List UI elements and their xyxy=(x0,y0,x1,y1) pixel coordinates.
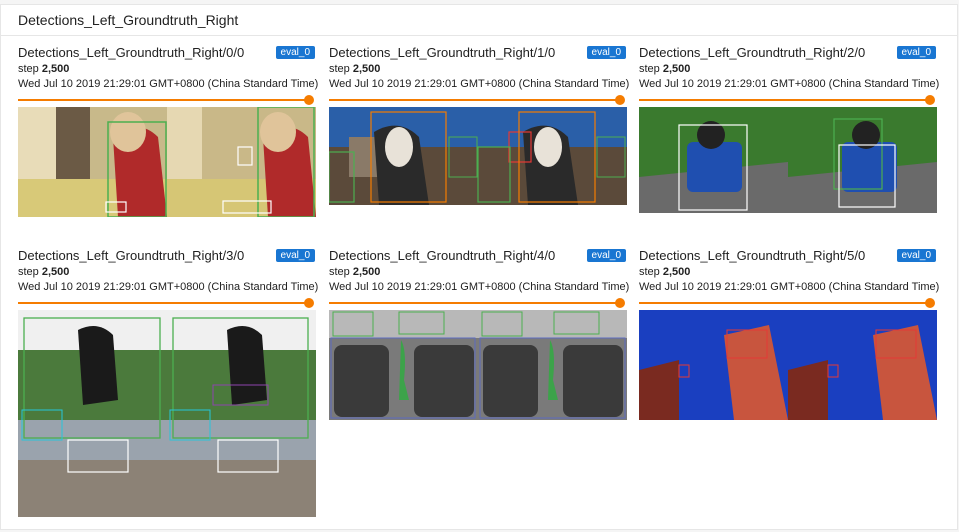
step-label: step 2,500 xyxy=(329,266,381,278)
step-label: step 2,500 xyxy=(639,63,691,75)
step-slider[interactable] xyxy=(329,94,625,106)
run-badge: eval_0 xyxy=(275,249,315,262)
timestamp: Wed Jul 10 2019 21:29:01 GMT+0800 (China… xyxy=(18,78,319,90)
image-card-2: Detections_Left_Groundtruth_Right/2/0 ev… xyxy=(639,45,939,275)
detection-image[interactable] xyxy=(18,310,316,517)
slider-thumb[interactable] xyxy=(925,298,935,308)
step-slider[interactable] xyxy=(639,94,935,106)
card-title: Detections_Left_Groundtruth_Right/3/0 xyxy=(18,248,245,263)
timestamp: Wed Jul 10 2019 21:29:01 GMT+0800 (China… xyxy=(329,281,630,293)
detection-image[interactable] xyxy=(329,107,627,205)
detection-image[interactable] xyxy=(639,107,937,213)
run-badge: eval_0 xyxy=(586,46,626,59)
detection-image[interactable] xyxy=(18,107,316,217)
step-value: 2,500 xyxy=(662,266,691,278)
step-value: 2,500 xyxy=(662,63,691,75)
step-value: 2,500 xyxy=(352,63,381,75)
card-title: Detections_Left_Groundtruth_Right/2/0 xyxy=(639,45,866,60)
image-card-3: Detections_Left_Groundtruth_Right/3/0 ev… xyxy=(18,248,319,517)
step-value: 2,500 xyxy=(41,266,70,278)
step-label: step 2,500 xyxy=(18,266,70,278)
timestamp: Wed Jul 10 2019 21:29:01 GMT+0800 (China… xyxy=(329,78,630,90)
timestamp: Wed Jul 10 2019 21:29:01 GMT+0800 (China… xyxy=(18,281,319,293)
run-badge: eval_0 xyxy=(896,249,936,262)
run-badge: eval_0 xyxy=(586,249,626,262)
card-title: Detections_Left_Groundtruth_Right/5/0 xyxy=(639,248,866,263)
card-title: Detections_Left_Groundtruth_Right/4/0 xyxy=(329,248,556,263)
card-title: Detections_Left_Groundtruth_Right/1/0 xyxy=(329,45,556,60)
slider-thumb[interactable] xyxy=(925,95,935,105)
image-card-1: Detections_Left_Groundtruth_Right/1/0 ev… xyxy=(329,45,629,275)
step-slider[interactable] xyxy=(18,297,314,309)
card-title: Detections_Left_Groundtruth_Right/0/0 xyxy=(18,45,245,60)
step-value: 2,500 xyxy=(352,266,381,278)
detection-image[interactable] xyxy=(639,310,937,420)
slider-thumb[interactable] xyxy=(615,95,625,105)
timestamp: Wed Jul 10 2019 21:29:01 GMT+0800 (China… xyxy=(639,281,940,293)
image-panel: Detections_Left_Groundtruth_Right Detect… xyxy=(0,4,958,530)
slider-thumb[interactable] xyxy=(615,298,625,308)
detection-image[interactable] xyxy=(329,310,627,420)
slider-thumb[interactable] xyxy=(304,95,314,105)
image-card-5: Detections_Left_Groundtruth_Right/5/0 ev… xyxy=(639,248,939,478)
image-card-0: Detections_Left_Groundtruth_Right/0/0 ev… xyxy=(18,45,318,275)
step-slider[interactable] xyxy=(329,297,625,309)
slider-thumb[interactable] xyxy=(304,298,314,308)
run-badge: eval_0 xyxy=(275,46,315,59)
step-label: step 2,500 xyxy=(639,266,691,278)
panel-title: Detections_Left_Groundtruth_Right xyxy=(1,5,957,36)
image-card-4: Detections_Left_Groundtruth_Right/4/0 ev… xyxy=(329,248,629,478)
step-label: step 2,500 xyxy=(329,63,381,75)
timestamp: Wed Jul 10 2019 21:29:01 GMT+0800 (China… xyxy=(639,78,940,90)
step-slider[interactable] xyxy=(18,94,314,106)
step-value: 2,500 xyxy=(41,63,70,75)
step-label: step 2,500 xyxy=(18,63,70,75)
run-badge: eval_0 xyxy=(896,46,936,59)
step-slider[interactable] xyxy=(639,297,935,309)
